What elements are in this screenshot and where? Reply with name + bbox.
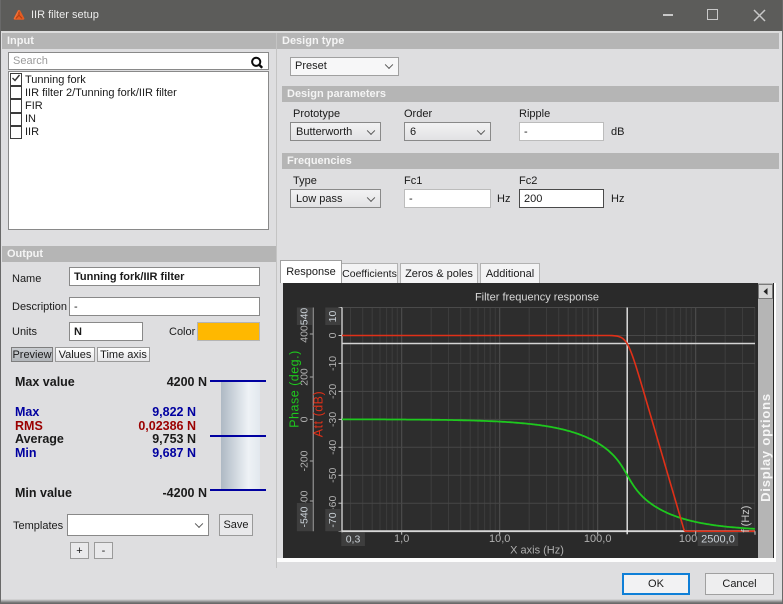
svg-text:0,3: 0,3 [346,534,361,546]
svg-text:10,0: 10,0 [489,533,510,545]
svg-text:-10: -10 [327,356,339,371]
svg-text:X axis (Hz): X axis (Hz) [510,545,564,557]
svg-text:10: 10 [327,311,339,323]
svg-text:-60: -60 [327,495,339,510]
svg-text:-50: -50 [327,468,339,483]
svg-text:540: 540 [299,308,311,326]
svg-text:Att (dB): Att (dB) [312,391,326,437]
svg-text:-30: -30 [327,412,339,427]
svg-text:-200: -200 [299,450,311,471]
svg-text:f (Hz): f (Hz) [740,506,752,533]
svg-text:-70: -70 [327,512,339,527]
svg-text:-540: -540 [299,506,311,527]
svg-text:400: 400 [299,325,311,343]
svg-text:1,0: 1,0 [394,533,409,545]
svg-text:Filter frequency response: Filter frequency response [475,292,599,304]
svg-text:0: 0 [327,332,339,338]
svg-text:-40: -40 [327,440,339,455]
svg-text:2500,0: 2500,0 [701,534,735,546]
svg-text:100,0: 100,0 [584,533,612,545]
svg-text:-20: -20 [327,384,339,399]
svg-text:Phase (deg.): Phase (deg.) [288,350,302,428]
